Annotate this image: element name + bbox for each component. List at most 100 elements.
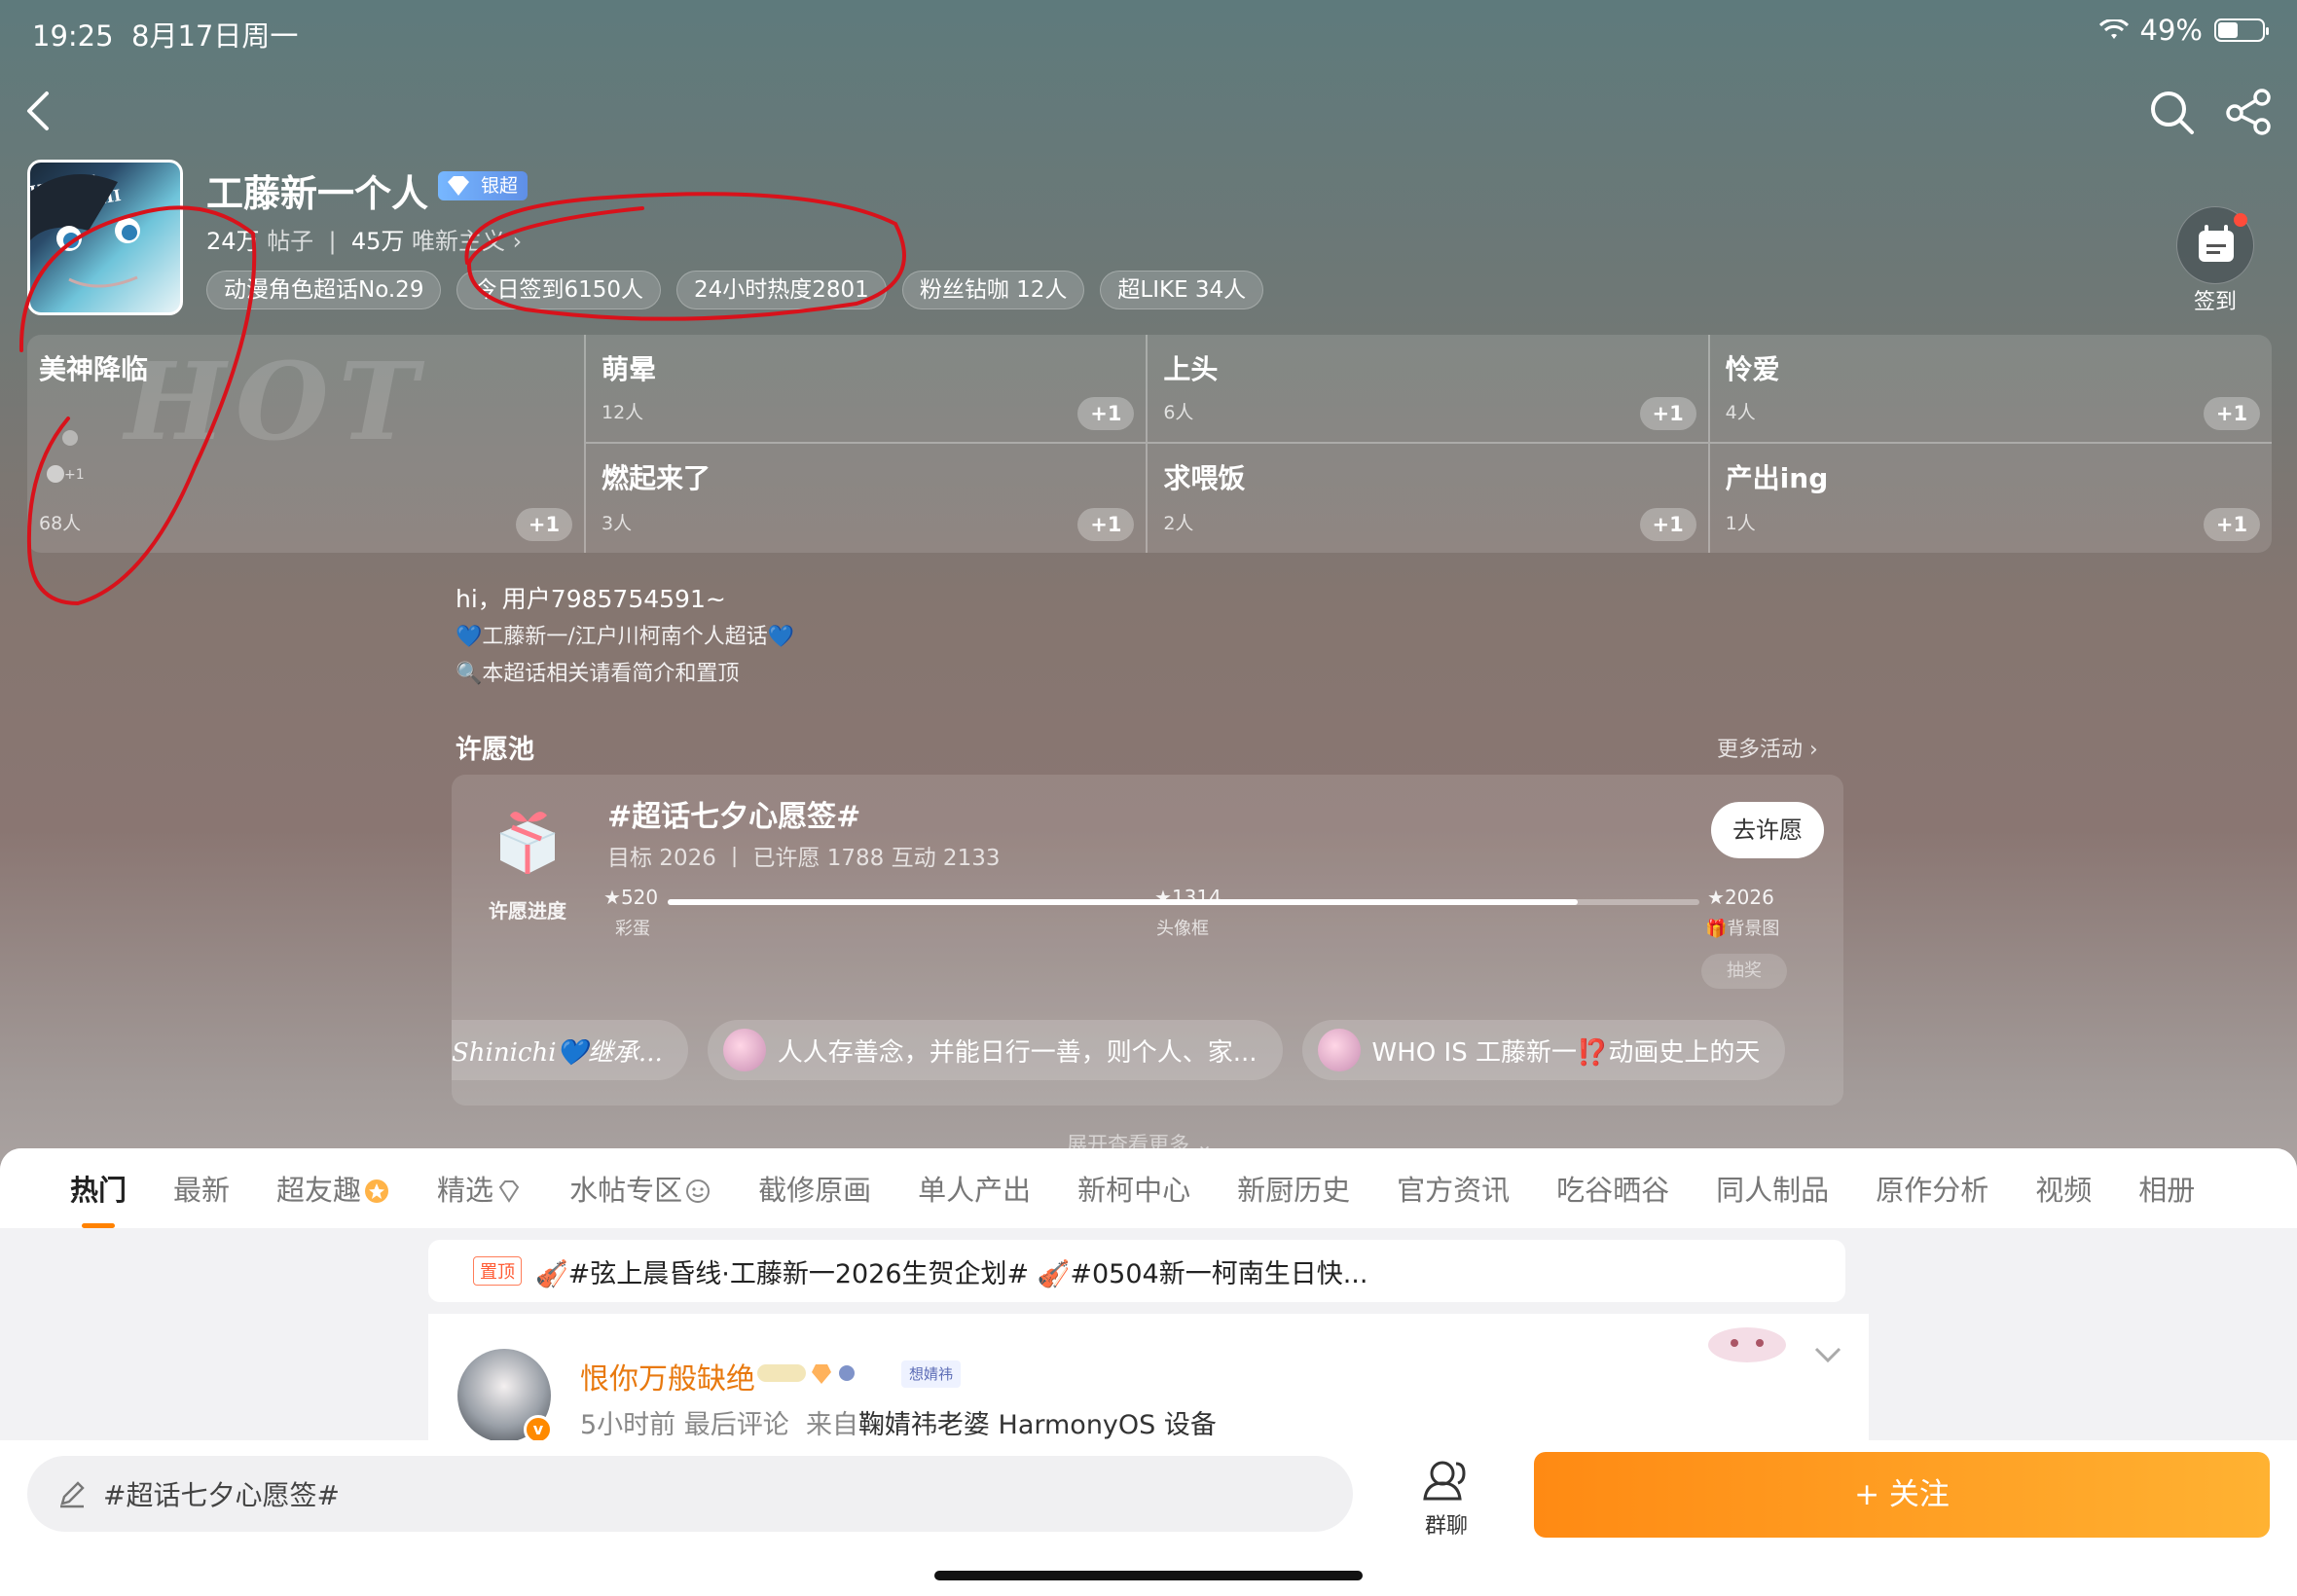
topic-intro: hi，用户7985754591~ 💙工藤新一/江户川柯南个人超话💙 🔍本超话相关… (456, 580, 794, 693)
pill-super-like[interactable]: 超LIKE 34人 (1100, 271, 1264, 309)
share-icon[interactable] (2223, 86, 2276, 138)
back-button[interactable] (19, 86, 58, 136)
battery-percent: 49% (2139, 14, 2203, 47)
reaction-count: 4人 (1725, 402, 1756, 423)
reaction-title: 上头 (1163, 353, 1219, 385)
wish-text: Shinichi💙继承... (452, 1037, 663, 1068)
pinned-post[interactable]: 置顶 🎻#弦上晨昏线·工藤新一2026生贺企划# 🎻#0504新一柯南生日快..… (428, 1240, 1845, 1302)
pill-checkins[interactable]: 今日签到6150人 (456, 271, 661, 309)
reaction-count: 68人 (39, 513, 82, 534)
reaction-title: 美神降临 (39, 353, 149, 385)
reaction-title: 萌晕 (602, 353, 657, 385)
search-icon[interactable] (2145, 86, 2198, 138)
tab-merch[interactable]: 吃谷晒谷 (1533, 1168, 1693, 1209)
plus-one-button[interactable]: +1 (2203, 508, 2260, 541)
reaction-count: 2人 (1163, 513, 1194, 534)
plus-one-button[interactable]: +1 (1639, 397, 1696, 430)
level-badges-icon (757, 1364, 855, 1384)
notification-dot (2234, 213, 2247, 227)
tab-history[interactable]: 新厨历史 (1214, 1168, 1373, 1209)
reaction-cell[interactable]: 燃起来了 3人 +1 (586, 444, 1148, 553)
plus-one-button[interactable]: +1 (516, 508, 572, 541)
pinned-text: 🎻#弦上晨昏线·工藤新一2026生贺企划# 🎻#0504新一柯南生日快... (535, 1258, 1368, 1289)
tab-video[interactable]: 视频 (2012, 1168, 2115, 1209)
reaction-grid: HOT 美神降临 +1 68人 +1 萌晕 12人 +1 上头 6人 +1 怜爱… (27, 335, 2272, 553)
plus-one-button[interactable]: +1 (2203, 397, 2260, 430)
compose-text: #超话七夕心愿签# (103, 1479, 340, 1511)
topic-stats[interactable]: 24万 帖子 | 45万 唯新主义 › (206, 222, 522, 256)
group-chat-button[interactable]: 群聊 (1407, 1454, 1485, 1540)
tab-label: 精选 (437, 1174, 494, 1207)
tab-analysis[interactable]: 原作分析 (1852, 1168, 2012, 1209)
reaction-cell[interactable]: 产出ing 1人 +1 (1710, 444, 2272, 553)
wish-campaign-title[interactable]: #超话七夕心愿签# (607, 792, 860, 835)
reaction-title: 怜爱 (1725, 353, 1780, 385)
wish-pool-card: 许愿进度 #超话七夕心愿签# 目标 2026 丨 已许愿 1788 互动 213… (452, 775, 1843, 1106)
lottery-button[interactable]: 抽奖 (1701, 954, 1787, 989)
fans-label: 唯新主义 (412, 228, 505, 255)
tab-album[interactable]: 相册 (2115, 1168, 2218, 1209)
pill-fans-vip[interactable]: 粉丝钻咖 12人 (901, 271, 1085, 309)
more-activities-link[interactable]: 更多活动 › (1717, 732, 1818, 763)
milestone-reward: 头像框 (1156, 919, 1209, 939)
mini-count: +1 (64, 467, 85, 483)
topic-name: 工藤新一个人 (206, 172, 429, 215)
reaction-cell[interactable]: 上头 6人 +1 (1148, 335, 1710, 444)
pencil-icon (60, 1481, 85, 1508)
milestone-520: ★520 (603, 886, 659, 909)
group-chat-icon (1423, 1461, 1466, 1501)
post-meta: 5小时前 最后评论 来自鞠婧祎老婆 HarmonyOS 设备 (580, 1403, 1217, 1441)
tab-featured[interactable]: 精选 (414, 1168, 546, 1209)
wish-chip[interactable]: Shinichi💙继承... (452, 1020, 688, 1080)
post-from: 来自 (805, 1410, 858, 1440)
post-card[interactable]: v 恨你万般缺绝 想婧祎 5小时前 最后评论 来自鞠婧祎老婆 HarmonyOS… (428, 1314, 1869, 1450)
milestone-value: 520 (620, 886, 659, 909)
reaction-featured[interactable]: HOT 美神降临 +1 68人 +1 (27, 335, 586, 553)
wish-campaign-stats: 目标 2026 丨 已许愿 1788 互动 2133 (607, 846, 1001, 871)
tab-official-news[interactable]: 官方资讯 (1373, 1168, 1533, 1209)
wish-progress-fill (668, 899, 1579, 905)
topic-avatar[interactable]: KUDOU SHINICHI (27, 160, 183, 315)
chevron-right-icon: › (1809, 738, 1818, 762)
plus-one-button[interactable]: +1 (1077, 508, 1135, 541)
star-badge-icon (365, 1179, 389, 1203)
milestone-reward: 彩蛋 (615, 919, 650, 939)
plus-one-button[interactable]: +1 (1639, 508, 1696, 541)
home-indicator[interactable] (934, 1571, 1363, 1580)
reaction-cell[interactable]: 怜爱 4人 +1 (1709, 335, 2272, 444)
compose-input[interactable]: #超话七夕心愿签# (27, 1456, 1353, 1532)
wish-chip[interactable]: WHO IS 工藤新一⁉️动画史上的天 (1301, 1020, 1786, 1080)
wish-chip[interactable]: 人人存善念，并能日行一善，则个人、家... (707, 1020, 1283, 1080)
reaction-cell[interactable]: 求喂饭 2人 +1 (1148, 444, 1710, 553)
tab-latest[interactable]: 最新 (150, 1168, 253, 1209)
tab-shinko-center[interactable]: 新柯中心 (1054, 1168, 1214, 1209)
reaction-count: 3人 (602, 513, 633, 534)
badge-label: 银超 (481, 175, 519, 197)
anime-face-icon (30, 174, 140, 288)
milestone-value: 2026 (1724, 886, 1774, 909)
pill-heat[interactable]: 24小时热度2801 (676, 271, 887, 309)
group-chat-label: 群聊 (1424, 1514, 1468, 1539)
diamond-icon (448, 176, 469, 196)
tab-hot[interactable]: 热门 (47, 1168, 150, 1209)
tab-label: 水帖专区 (569, 1174, 683, 1207)
hot-watermark: HOT (125, 339, 428, 464)
make-wish-button[interactable]: 去许愿 (1711, 802, 1824, 858)
tab-fan-goods[interactable]: 同人制品 (1693, 1168, 1852, 1209)
chevron-down-icon[interactable] (1810, 1343, 1845, 1366)
reaction-cell[interactable]: 萌晕 12人 +1 (586, 335, 1148, 444)
tab-water-zone[interactable]: 水帖专区 (546, 1168, 735, 1209)
plus-one-button[interactable]: +1 (1077, 397, 1135, 430)
stats-divider: | (320, 228, 345, 255)
tab-artwork[interactable]: 截修原画 (735, 1168, 894, 1209)
mini-avatar-count: +1 (47, 465, 85, 483)
tab-label: 超友趣 (276, 1174, 362, 1207)
silver-badge[interactable]: 银超 (438, 171, 529, 200)
follow-button[interactable]: + 关注 (1534, 1452, 2270, 1538)
milestone-value: 1314 (1171, 886, 1221, 909)
tab-super-fun[interactable]: 超友趣 (253, 1168, 414, 1209)
checkin-button[interactable] (2176, 206, 2254, 284)
pill-rank[interactable]: 动漫角色超话No.29 (206, 271, 442, 309)
post-username[interactable]: 恨你万般缺绝 (580, 1355, 755, 1397)
tab-solo-output[interactable]: 单人产出 (894, 1168, 1054, 1209)
